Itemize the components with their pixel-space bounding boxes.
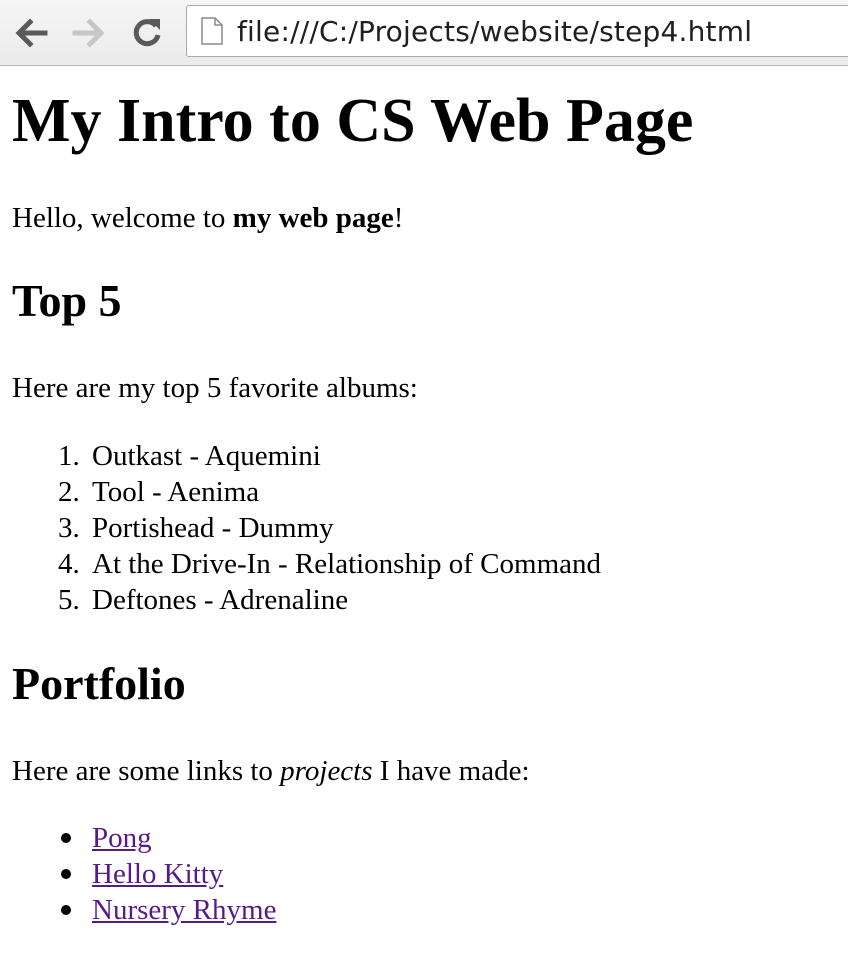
list-number: 2. xyxy=(58,476,80,508)
list-item: Hello Kitty xyxy=(0,856,276,892)
file-page-icon xyxy=(199,15,225,47)
list-item: 1. Outkast - Aquemini xyxy=(0,438,601,474)
list-number: 1. xyxy=(58,440,80,472)
albums-list: 1. Outkast - Aquemini 2. Tool - Aenima 3. P… xyxy=(0,438,601,618)
project-links-list: Pong Hello Kitty Nursery Rhyme xyxy=(0,820,276,928)
portfolio-intro-italic: projects xyxy=(280,755,373,787)
link-nursery-rhyme[interactable]: Nursery Rhyme xyxy=(92,894,276,926)
address-bar[interactable]: file:///C:/Projects/website/step4.html xyxy=(186,5,848,57)
welcome-bold-text: my web page xyxy=(232,202,394,234)
albums-intro: Here are my top 5 favorite albums: xyxy=(12,372,418,404)
album-text: At the Drive-In - Relationship of Comman… xyxy=(92,548,602,580)
bullet-icon xyxy=(61,869,71,879)
portfolio-intro-end: I have made: xyxy=(372,755,530,787)
back-arrow-icon xyxy=(15,18,48,48)
bullet-icon xyxy=(61,905,71,915)
reload-icon xyxy=(133,19,161,47)
list-item: 4. At the Drive-In - Relationship of Comm… xyxy=(0,546,601,582)
album-text: Outkast - Aquemini xyxy=(92,440,321,472)
list-number: 3. xyxy=(58,512,80,544)
welcome-exclamation: ! xyxy=(393,202,404,234)
welcome-paragraph: Hello, welcome to my web page! xyxy=(12,200,403,236)
list-item: 5. Deftones - Adrenaline xyxy=(0,582,601,618)
reload-button[interactable] xyxy=(128,14,166,52)
bullet-icon xyxy=(61,833,71,843)
back-button[interactable] xyxy=(12,14,50,52)
portfolio-intro-text: Here are some links to xyxy=(12,755,281,787)
link-hello-kitty[interactable]: Hello Kitty xyxy=(92,858,223,890)
list-item: 2. Tool - Aenima xyxy=(0,474,601,510)
url-text[interactable]: file:///C:/Projects/website/step4.html xyxy=(237,15,752,48)
album-text: Deftones - Adrenaline xyxy=(92,584,349,616)
browser-toolbar: file:///C:/Projects/website/step4.html xyxy=(0,0,848,66)
page-title: My Intro to CS Web Page xyxy=(12,87,694,155)
list-number: 4. xyxy=(58,548,80,580)
album-text: Portishead - Dummy xyxy=(92,512,334,544)
link-pong[interactable]: Pong xyxy=(92,822,152,854)
welcome-text: Hello, welcome to xyxy=(12,202,233,234)
list-number: 5. xyxy=(58,584,80,616)
album-text: Tool - Aenima xyxy=(92,476,260,508)
portfolio-intro: Here are some links to projects I have m… xyxy=(12,753,530,789)
top5-heading: Top 5 xyxy=(12,275,122,326)
portfolio-heading: Portfolio xyxy=(12,658,186,709)
list-item: Nursery Rhyme xyxy=(0,892,276,928)
list-item: 3. Portishead - Dummy xyxy=(0,510,601,546)
forward-arrow-icon xyxy=(72,18,105,48)
list-item: Pong xyxy=(0,820,276,856)
forward-button[interactable] xyxy=(70,14,108,52)
